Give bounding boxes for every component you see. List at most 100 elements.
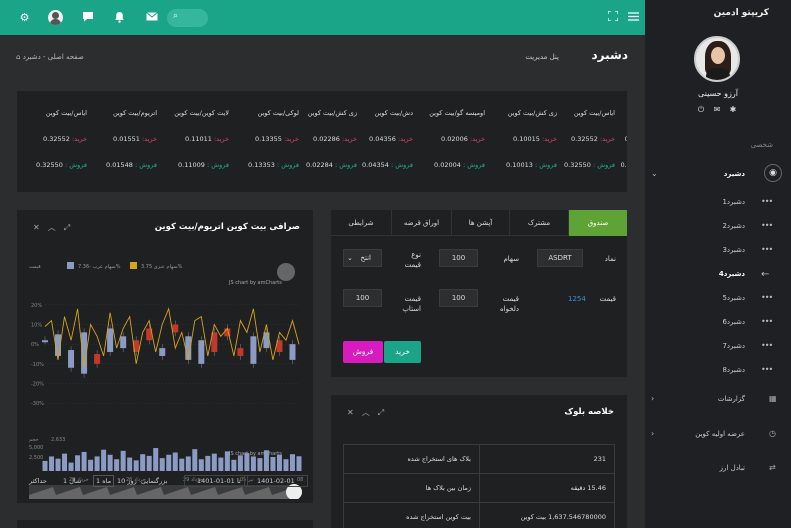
sidebar-item-label: گزارشات	[717, 395, 745, 403]
sidebar-item-dashboard[interactable]: ◉ دشبرد ⌄	[645, 164, 791, 184]
sidebar-item-dashboard4[interactable]: ← دشبرد4	[645, 266, 791, 284]
tab-fund[interactable]: صندوق	[568, 210, 627, 236]
symbol-label: نماد	[604, 255, 616, 263]
sidebar-item-dashboard5[interactable]: ••• دشبرد5	[645, 290, 791, 308]
volume-bar	[179, 458, 185, 471]
chat-icon[interactable]	[81, 11, 94, 24]
y-tick-label: -10%	[31, 362, 44, 368]
mail-icon[interactable]: ✉	[713, 106, 721, 114]
volume-bar	[244, 453, 250, 471]
range-1m[interactable]: 1 ماه	[93, 475, 115, 487]
sidebar-item-reports[interactable]: ▦ گزارشات ‹	[645, 391, 791, 409]
brand-title: کریپتو ادمین	[713, 8, 769, 18]
ticker-buy: 0.0	[624, 135, 627, 143]
sidebar-item-dashboard6[interactable]: ••• دشبرد6	[645, 314, 791, 332]
expand-icon[interactable]: ⤢	[378, 408, 392, 417]
dots-icon: •••	[761, 245, 773, 254]
volume-bar	[296, 456, 302, 471]
sell-button[interactable]: فروش	[343, 341, 383, 363]
table-row: زمان بین بلاک ها 15.46 دقیقه	[343, 473, 615, 503]
stop-price-field[interactable]: 100	[343, 289, 382, 307]
exchange-icon: ⇄	[769, 463, 776, 472]
y-tick-label: 0%	[31, 342, 39, 348]
price-type-value: انتخ	[360, 254, 371, 262]
chevron-down-icon: ⌄	[651, 169, 658, 178]
order-panel: صندوق مشترک آپشن ها اوراق قرضه شرایطی نم…	[331, 210, 627, 377]
volume-bar	[107, 454, 113, 471]
volume-bar	[68, 462, 74, 471]
volume-bar	[166, 454, 172, 471]
symbol-field[interactable]: ASDRT	[537, 249, 583, 267]
range-1y[interactable]: 1 سال	[63, 477, 81, 485]
range-to[interactable]: 1401-02-01	[244, 475, 308, 487]
desired-price-field[interactable]: 100	[439, 289, 478, 307]
page-subtitle: پنل مدیریت	[525, 53, 559, 61]
sidebar-item-dashboard8[interactable]: ••• دشبرد8	[645, 362, 791, 380]
ticker-sell: فروش : 0.04354	[362, 161, 413, 169]
sidebar-item-exchange[interactable]: ⇄ تبادل ارز	[645, 460, 791, 478]
block-summary-title: خلاصه بلوک	[564, 407, 614, 417]
sidebar-item-dashboard3[interactable]: ••• دشبرد3	[645, 242, 791, 260]
exchange-chart-panel: صرافی بیت کوین اتریوم/بیت کوین ✕︿⤢ سهام …	[17, 210, 313, 503]
expand-icon[interactable]: ⤢	[64, 223, 78, 232]
volume-bar	[120, 450, 126, 471]
price-type-select[interactable]: انتخ ⌄	[343, 249, 382, 267]
range-zoom-label: بزرگنمایی	[141, 477, 168, 485]
sidebar-item-label: عرضه اولیه کوین	[695, 430, 745, 438]
legend-price: قیمت	[29, 264, 41, 270]
chart-watermark: JS chart by amCharts	[228, 451, 282, 457]
tab-conditional[interactable]: شرایطی	[331, 210, 391, 236]
ticker-pair: اومیسه گو/بیت کوین	[429, 109, 485, 117]
candle	[42, 340, 48, 343]
close-icon[interactable]: ✕	[347, 408, 362, 417]
stock-chart[interactable]: سهام عنزی 3.75% سهام عرب -7.36% قیمت JS cha…	[29, 253, 305, 499]
volume-bar	[205, 455, 211, 471]
close-icon[interactable]: ✕	[33, 223, 48, 232]
top-bar: ⚙ ⌕	[0, 0, 645, 35]
ticker-pair: زی کش/بیت کوین	[307, 109, 357, 117]
range-controls: حداکثر 1 سال 1 ماه 10 روز بزرگنمایی 1401-01-0…	[29, 475, 308, 491]
sidebar-item-dashboard1[interactable]: ••• دشبرد1	[645, 194, 791, 212]
tab-common[interactable]: مشترک	[509, 210, 568, 236]
volume-bar	[127, 457, 133, 471]
buy-button[interactable]: خرید	[384, 341, 421, 363]
ticker-buy: خرید: 0.01551	[113, 135, 157, 143]
ticker-buy: خرید: 0.10015	[513, 135, 557, 143]
search-input[interactable]: ⌕	[167, 9, 208, 27]
tab-options[interactable]: آپشن ها	[451, 210, 509, 236]
tab-bonds[interactable]: اوراق قرضه	[391, 210, 451, 236]
y-tick-label: -30%	[31, 401, 44, 407]
gear-icon[interactable]: ⚙	[18, 11, 31, 24]
ticker-pair: ایاس/بیت کوین	[573, 109, 615, 117]
settings-icon[interactable]: ✱	[729, 106, 737, 114]
breadcrumb[interactable]: صفحه اصلی - دشبرد ⌂	[16, 53, 84, 61]
y-tick-label: -20%	[31, 382, 44, 388]
shares-field[interactable]: 100	[439, 249, 478, 267]
chart-title: صرافی بیت کوین اتریوم/بیت کوین	[154, 222, 300, 232]
volume-bar	[263, 450, 269, 471]
sidebar-item-label: دشبرد2	[722, 222, 745, 230]
chevron-down-icon: ⌄	[347, 254, 353, 262]
dots-icon: •••	[761, 341, 773, 350]
ticker-sell: فروش : 0.11009	[178, 161, 229, 169]
sidebar-item-dashboard7[interactable]: ••• دشبرد7	[645, 338, 791, 356]
range-10d[interactable]: 10 روز	[117, 477, 137, 485]
ticker-pair: لایت کوین/بیت کوین	[174, 109, 229, 117]
user-name: آرزو حسینی	[698, 89, 738, 98]
sidebar-item-dashboard2[interactable]: ••• دشبرد2	[645, 218, 791, 236]
range-max[interactable]: حداکثر	[29, 477, 47, 485]
eye-icon: ◉	[764, 164, 782, 182]
ticker-sell: فروش : 0.13353	[248, 161, 299, 169]
collapse-icon[interactable]: ︿	[362, 408, 378, 417]
sidebar-item-label: دشبرد6	[722, 318, 745, 326]
power-icon[interactable]: ⏻	[697, 106, 705, 114]
bell-icon[interactable]	[113, 11, 126, 24]
collapse-icon[interactable]: ︿	[48, 223, 64, 232]
mail-icon[interactable]	[145, 11, 158, 24]
top-avatar[interactable]	[48, 10, 63, 25]
volume-bar	[140, 454, 146, 471]
sidebar-item-ico[interactable]: ◷ عرضه اولیه کوین ‹	[645, 426, 791, 444]
menu-icon[interactable]	[627, 11, 640, 24]
chevron-left-icon: ‹	[651, 429, 655, 438]
fullscreen-icon[interactable]	[606, 10, 619, 24]
